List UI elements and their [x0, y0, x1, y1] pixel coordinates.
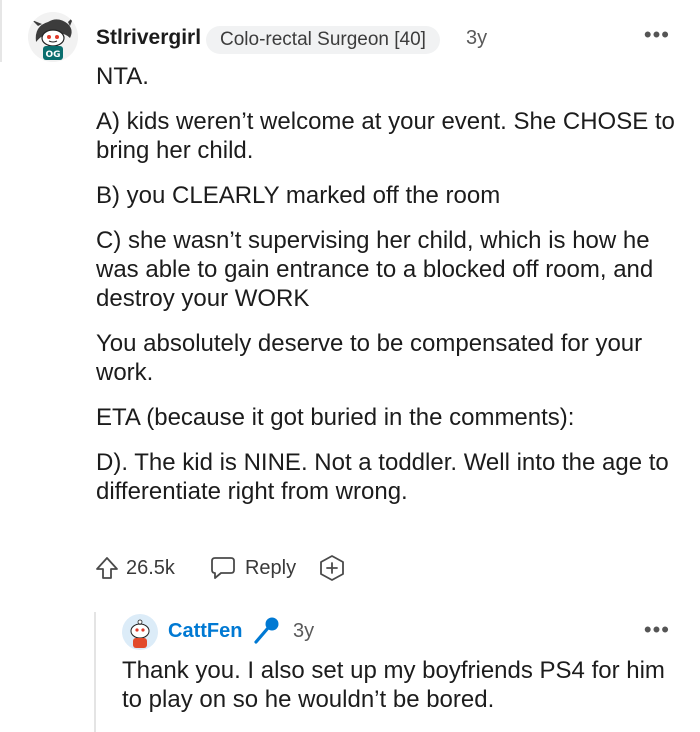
reply-body: Thank you. I also set up my boyfriends P… [122, 657, 665, 713]
reply-label: Reply [244, 556, 297, 579]
comment-paragraph: D). The kid is NINE. Not a toddler. Well… [96, 449, 669, 505]
avatar[interactable]: OG [28, 12, 78, 62]
comment-paragraph: A) kids weren’t welcome at your event. S… [96, 108, 675, 164]
svg-text:OG: OG [45, 50, 60, 60]
microphone-icon [252, 616, 280, 651]
comment-actions: 26.5k Reply [94, 550, 346, 586]
comment-body: NTA. A) kids weren’t welcome at your eve… [96, 62, 676, 522]
comment-author[interactable]: Stlrivergirl [96, 26, 201, 50]
comment-paragraph: You absolutely deserve to be compensated… [96, 330, 643, 386]
reply-button[interactable]: Reply [209, 555, 296, 581]
award-plus-icon[interactable] [318, 554, 346, 582]
reply-age: 3y [293, 620, 315, 642]
upvote-count: 26.5k [126, 556, 175, 579]
comment-paragraph: ETA (because it got buried in the commen… [96, 404, 575, 431]
comment-paragraph: NTA. [96, 63, 149, 90]
reply-more-options-icon[interactable]: ••• [644, 617, 670, 643]
comment-paragraph: B) you CLEARLY marked off the room [96, 182, 501, 209]
comment-paragraph: C) she wasn’t supervising her child, whi… [96, 227, 654, 312]
award-button[interactable] [318, 554, 346, 582]
reply-avatar[interactable] [122, 614, 158, 650]
user-flair: Colo-rectal Surgeon [40] [206, 26, 440, 54]
comment-age: 3y [466, 27, 488, 49]
reply-author[interactable]: CattFen [168, 620, 242, 643]
upvote-button[interactable]: 26.5k [94, 555, 175, 581]
reply-thread-line[interactable] [94, 612, 96, 732]
thread-line [0, 0, 2, 62]
speech-bubble-icon [209, 555, 237, 581]
more-options-icon[interactable]: ••• [644, 22, 670, 48]
upvote-arrow-icon[interactable] [94, 555, 120, 581]
